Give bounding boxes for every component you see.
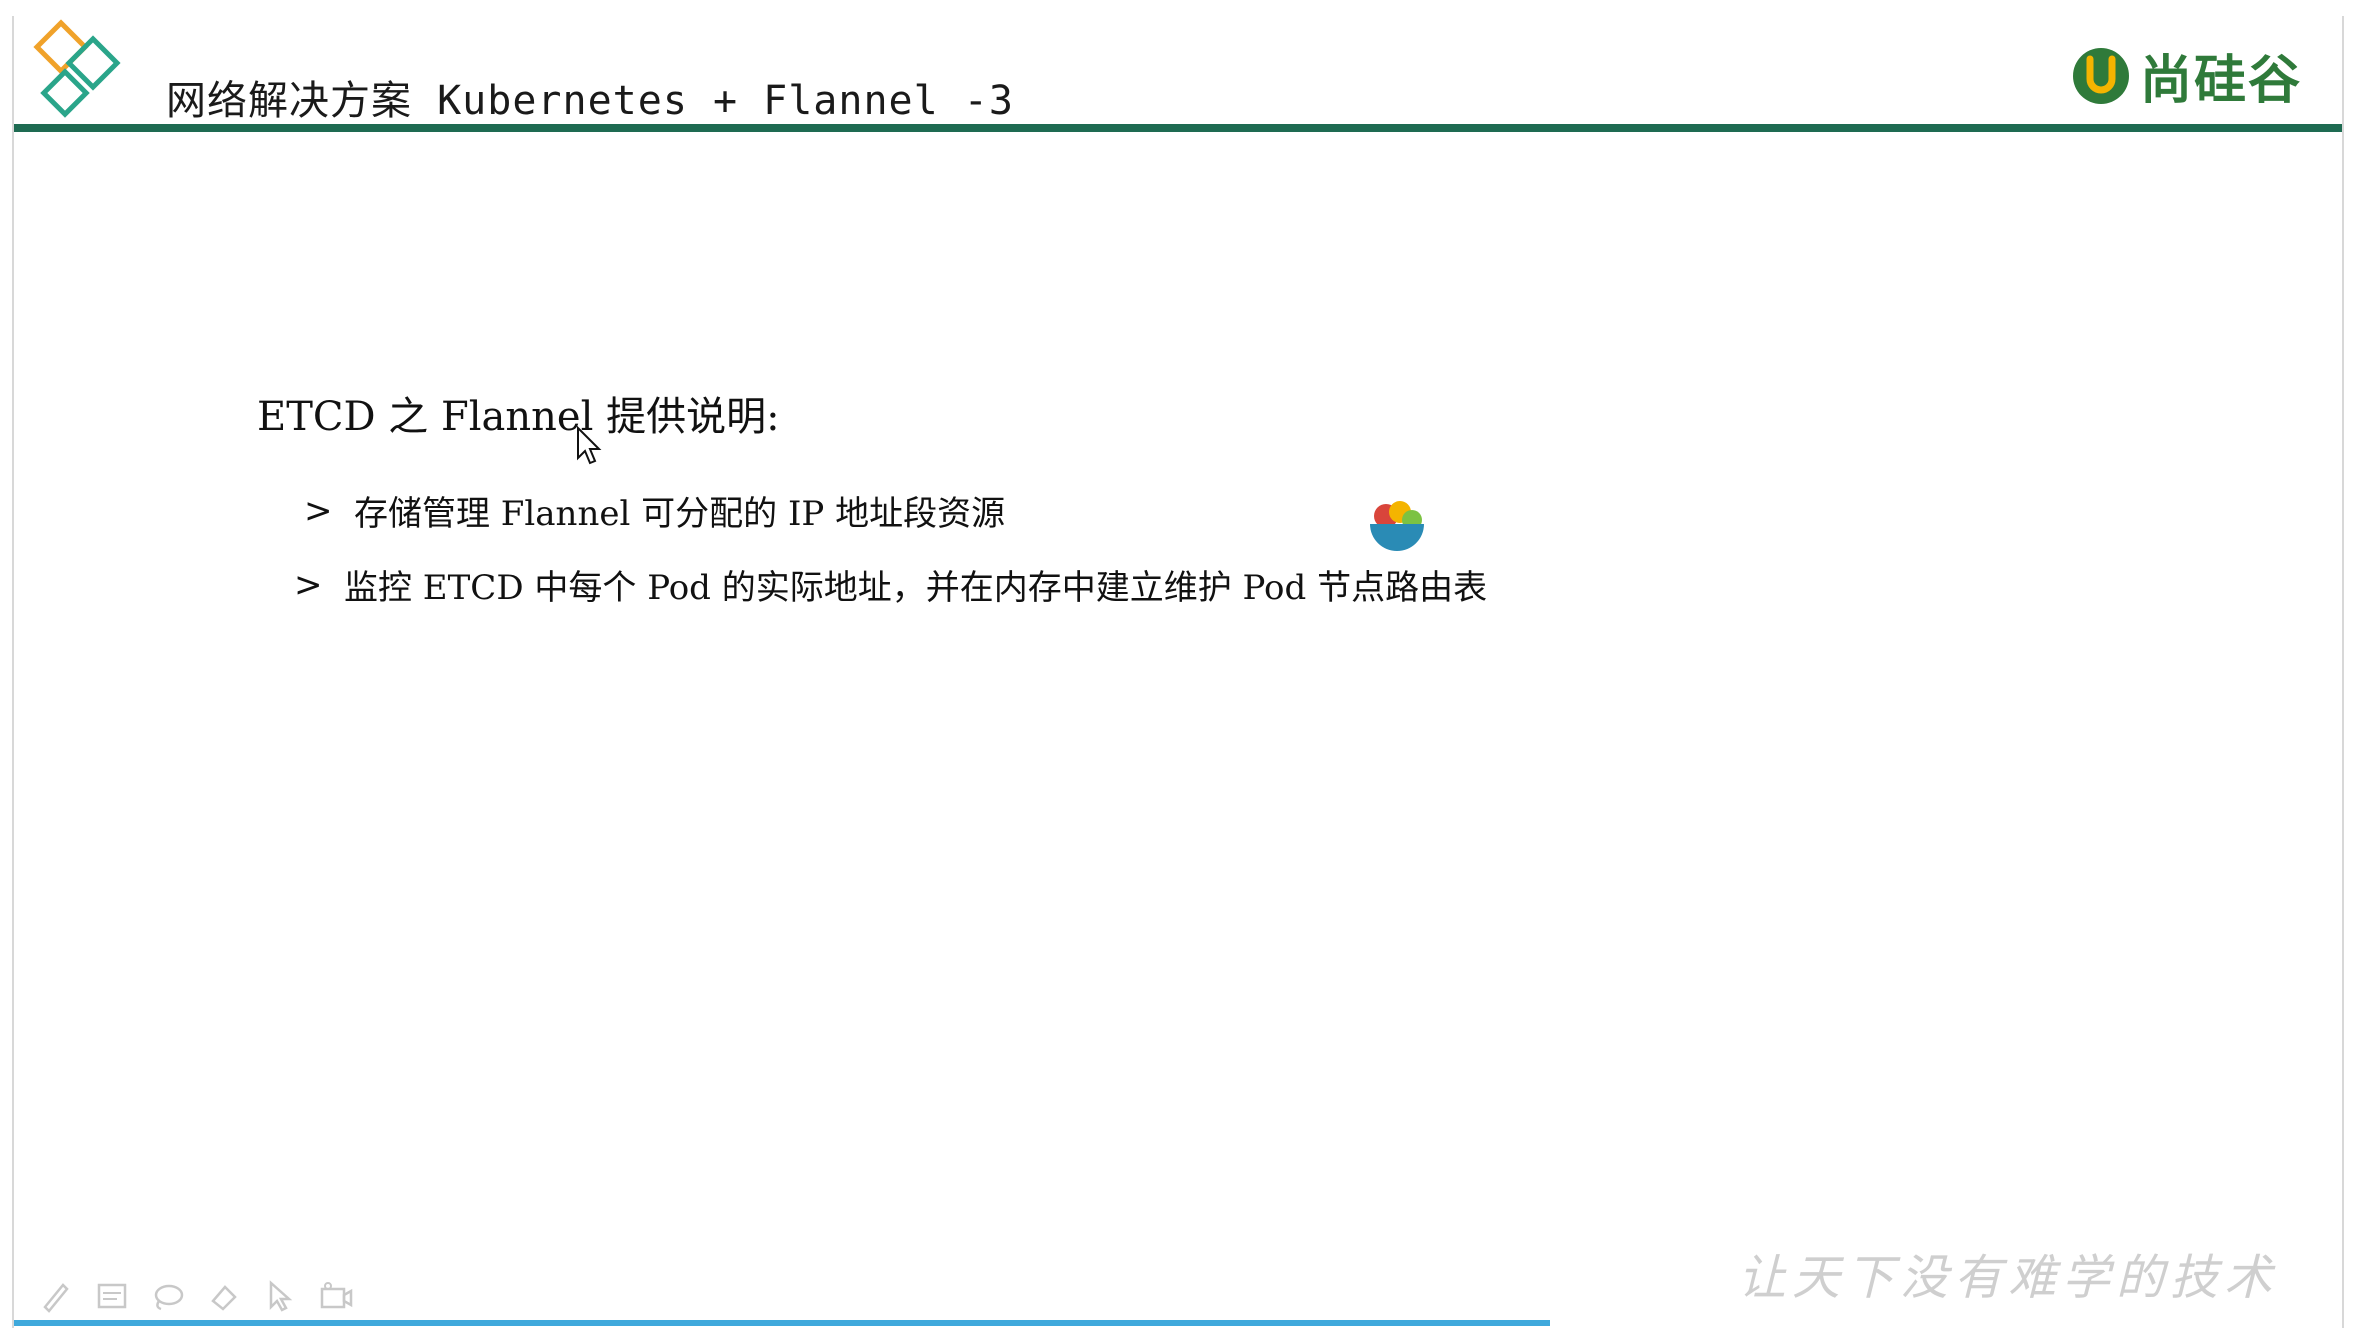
whiteboard-icon[interactable] [94,1278,130,1314]
pointer-icon[interactable] [262,1278,298,1314]
brand-name: 尚硅谷 [2139,51,2302,111]
slide-title: 网络解决方案 Kubernetes + Flannel -3 [166,78,1014,124]
fruit-bowl-icon [1370,501,1424,551]
pen-icon[interactable] [38,1278,74,1314]
slogan-watermark: 让天下没有难学的技术 [1737,1250,2278,1306]
list-item: > 存储管理 Flannel 可分配的 IP 地址段资源 [304,486,1005,535]
brand-u-icon [2072,47,2129,104]
progress-bar [14,1320,2342,1326]
slide: 网络解决方案 Kubernetes + Flannel -3 尚硅谷 ETCD … [12,16,2344,1328]
brand-logo: 尚硅谷 [2070,38,2302,113]
eraser-icon[interactable] [206,1278,242,1314]
camera-icon[interactable] [318,1278,354,1314]
chevron-right-icon: > [304,490,333,531]
header-divider [14,124,2342,132]
diamond-logo-icon [33,19,121,118]
list-item-text: 存储管理 Flannel 可分配的 IP 地址段资源 [354,494,1006,534]
annotation-toolbar [38,1278,354,1314]
lasso-icon[interactable] [150,1278,186,1314]
chevron-right-icon: > [294,564,323,605]
mouse-cursor-icon [577,426,602,465]
content-heading: ETCD 之 Flannel 提供说明: [257,394,780,440]
progress-bar-fill [14,1320,1551,1326]
list-item-text: 监控 ETCD 中每个 Pod 的实际地址，并在内存中建立维护 Pod 节点路由… [344,568,1488,608]
list-item: > 监控 ETCD 中每个 Pod 的实际地址，并在内存中建立维护 Pod 节点… [294,560,1487,609]
